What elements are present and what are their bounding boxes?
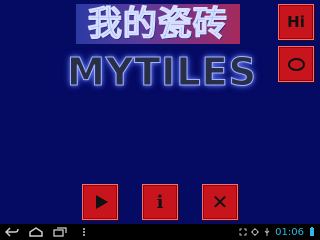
chinese-title-banner: 我的瓷砖 bbox=[76, 4, 240, 45]
back-icon[interactable] bbox=[4, 226, 20, 238]
close-icon: ✕ bbox=[211, 190, 229, 214]
play-icon bbox=[95, 195, 108, 209]
game-logo: MYTILES bbox=[62, 50, 262, 95]
info-icon: i bbox=[156, 191, 164, 213]
game-screen: 我的瓷砖 MYTILES Hi i ✕ bbox=[0, 0, 320, 224]
screenshot-icon bbox=[239, 228, 247, 236]
recent-apps-icon[interactable] bbox=[52, 226, 68, 238]
home-icon[interactable] bbox=[28, 226, 44, 238]
circle-button[interactable] bbox=[278, 46, 314, 82]
play-button[interactable] bbox=[82, 184, 118, 220]
logo-text: MYTILES bbox=[67, 50, 257, 95]
info-button[interactable]: i bbox=[142, 184, 178, 220]
battery-icon bbox=[308, 227, 316, 236]
usb-icon bbox=[263, 228, 271, 236]
system-navigation-bar: 01:06 bbox=[0, 224, 320, 240]
exit-button[interactable]: ✕ bbox=[202, 184, 238, 220]
chinese-title: 我的瓷砖 bbox=[88, 4, 228, 45]
circle-icon bbox=[287, 57, 305, 71]
high-score-button[interactable]: Hi bbox=[278, 4, 314, 40]
menu-icon[interactable] bbox=[80, 226, 88, 238]
status-area: 01:06 bbox=[239, 225, 316, 239]
gps-icon bbox=[251, 228, 260, 236]
high-score-label: Hi bbox=[287, 13, 305, 31]
clock: 01:06 bbox=[275, 226, 304, 238]
